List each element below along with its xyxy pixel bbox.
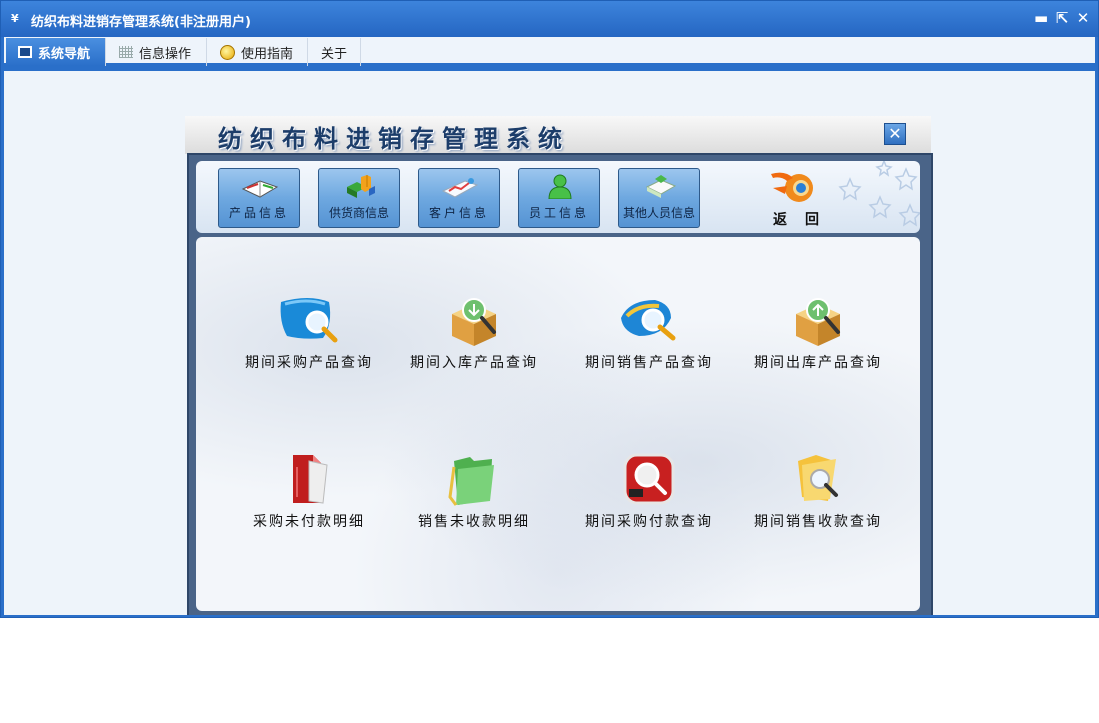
tool-button-label: 员工信息 bbox=[528, 206, 589, 220]
tab-info-operations[interactable]: 信息操作 bbox=[107, 38, 207, 66]
stars-decoration bbox=[838, 161, 920, 227]
screen-icon bbox=[18, 46, 32, 58]
function-label: 期间销售产品查询 bbox=[585, 355, 713, 371]
blocks-icon bbox=[347, 175, 375, 198]
app-logo-icon: ¥ bbox=[11, 12, 19, 25]
toolbar: 产品信息 供货商信息 客户信息 员工信息 其他人员信息 返回 bbox=[196, 161, 920, 233]
tab-label: 系统导航 bbox=[38, 46, 91, 62]
tab-label: 使用指南 bbox=[241, 46, 294, 62]
purchase-products-query-item[interactable]: 期间采购产品查询 bbox=[234, 294, 384, 384]
yellow-folder-search-icon bbox=[798, 455, 838, 501]
help-icon bbox=[220, 44, 235, 60]
outbound-products-query-item[interactable]: 期间出库产品查询 bbox=[743, 294, 893, 384]
graph-icon bbox=[441, 178, 479, 198]
panel-close-button[interactable]: ✕ bbox=[884, 123, 906, 145]
tab-about[interactable]: 关于 bbox=[309, 38, 361, 66]
back-arrow-icon bbox=[771, 172, 813, 202]
purchase-unpaid-detail-item[interactable]: 采购未付款明细 bbox=[234, 453, 384, 543]
tab-user-guide[interactable]: 使用指南 bbox=[208, 38, 308, 66]
blue-magnifier-icon bbox=[280, 298, 338, 343]
inbound-products-query-item[interactable]: 期间入库产品查询 bbox=[399, 294, 549, 384]
green-folder-icon bbox=[448, 457, 494, 506]
tool-button-label: 供货商信息 bbox=[328, 206, 389, 220]
purchase-payment-query-item[interactable]: 期间采购付款查询 bbox=[574, 453, 724, 543]
tool-button-label: 产品信息 bbox=[228, 206, 289, 220]
function-label: 期间入库产品查询 bbox=[410, 355, 538, 371]
other-personnel-info-button[interactable]: 其他人员信息 bbox=[618, 168, 700, 228]
window-title: 纺织布料进销存管理系统(非注册用户) bbox=[31, 15, 251, 30]
box-up-magnifier-icon bbox=[796, 298, 840, 346]
function-label: 期间采购产品查询 bbox=[245, 355, 373, 371]
book-icon bbox=[241, 180, 279, 198]
back-button[interactable]: 返回 bbox=[761, 164, 841, 230]
panel-header: 纺织布料进销存管理系统 ✕ bbox=[185, 116, 931, 154]
navigation-panel: 产品信息 供货商信息 客户信息 员工信息 其他人员信息 返回 期间采购产品查询 … bbox=[187, 153, 933, 615]
supplier-info-button[interactable]: 供货商信息 bbox=[318, 168, 400, 228]
close-button[interactable]: ✕ bbox=[1076, 10, 1090, 26]
back-label: 返回 bbox=[773, 212, 837, 228]
red-document-icon bbox=[293, 455, 328, 504]
function-label: 期间出库产品查询 bbox=[754, 355, 882, 371]
customer-info-button[interactable]: 客户信息 bbox=[418, 168, 500, 228]
function-label: 期间采购付款查询 bbox=[585, 514, 713, 530]
tab-label: 信息操作 bbox=[139, 46, 192, 62]
person-icon bbox=[548, 174, 572, 199]
blue-gold-magnifier-icon bbox=[621, 300, 676, 341]
title-bar: ¥ 纺织布料进销存管理系统(非注册用户) ▬ ⇱ ✕ bbox=[1, 1, 1098, 37]
card-icon bbox=[645, 175, 677, 198]
tab-system-navigation[interactable]: 系统导航 bbox=[6, 38, 106, 66]
function-area: 期间采购产品查询 期间入库产品查询 期间销售产品查询 期间出库产品查询 采购未付… bbox=[196, 237, 920, 611]
tool-button-label: 其他人员信息 bbox=[622, 206, 695, 220]
product-info-button[interactable]: 产品信息 bbox=[218, 168, 300, 228]
sales-uncollected-detail-item[interactable]: 销售未收款明细 bbox=[399, 453, 549, 543]
employee-info-button[interactable]: 员工信息 bbox=[518, 168, 600, 228]
red-search-icon bbox=[623, 453, 675, 505]
window-controls: ▬ ⇱ ✕ bbox=[1034, 10, 1090, 26]
function-label: 期间销售收款查询 bbox=[754, 514, 882, 530]
menu-bar: 系统导航 信息操作 使用指南 关于 bbox=[4, 37, 1095, 67]
minimize-button[interactable]: ▬ bbox=[1034, 10, 1048, 26]
panel-title: 纺织布料进销存管理系统 bbox=[218, 124, 570, 153]
app-window: ¥ 纺织布料进销存管理系统(非注册用户) ▬ ⇱ ✕ 系统导航 信息操作 使用指… bbox=[0, 0, 1099, 618]
function-label: 采购未付款明细 bbox=[253, 514, 365, 530]
grid-icon bbox=[119, 46, 133, 58]
sales-receipt-query-item[interactable]: 期间销售收款查询 bbox=[743, 453, 893, 543]
sales-products-query-item[interactable]: 期间销售产品查询 bbox=[574, 294, 724, 384]
tool-button-label: 客户信息 bbox=[428, 206, 489, 220]
workspace: 纺织布料进销存管理系统 ✕ 产品信息 供货商信息 客户信息 员工信息 其他人员信… bbox=[4, 71, 1095, 615]
tab-label: 关于 bbox=[321, 46, 348, 62]
function-label: 销售未收款明细 bbox=[418, 514, 530, 530]
box-down-magnifier-icon bbox=[452, 298, 496, 346]
restore-button[interactable]: ⇱ bbox=[1055, 10, 1069, 26]
